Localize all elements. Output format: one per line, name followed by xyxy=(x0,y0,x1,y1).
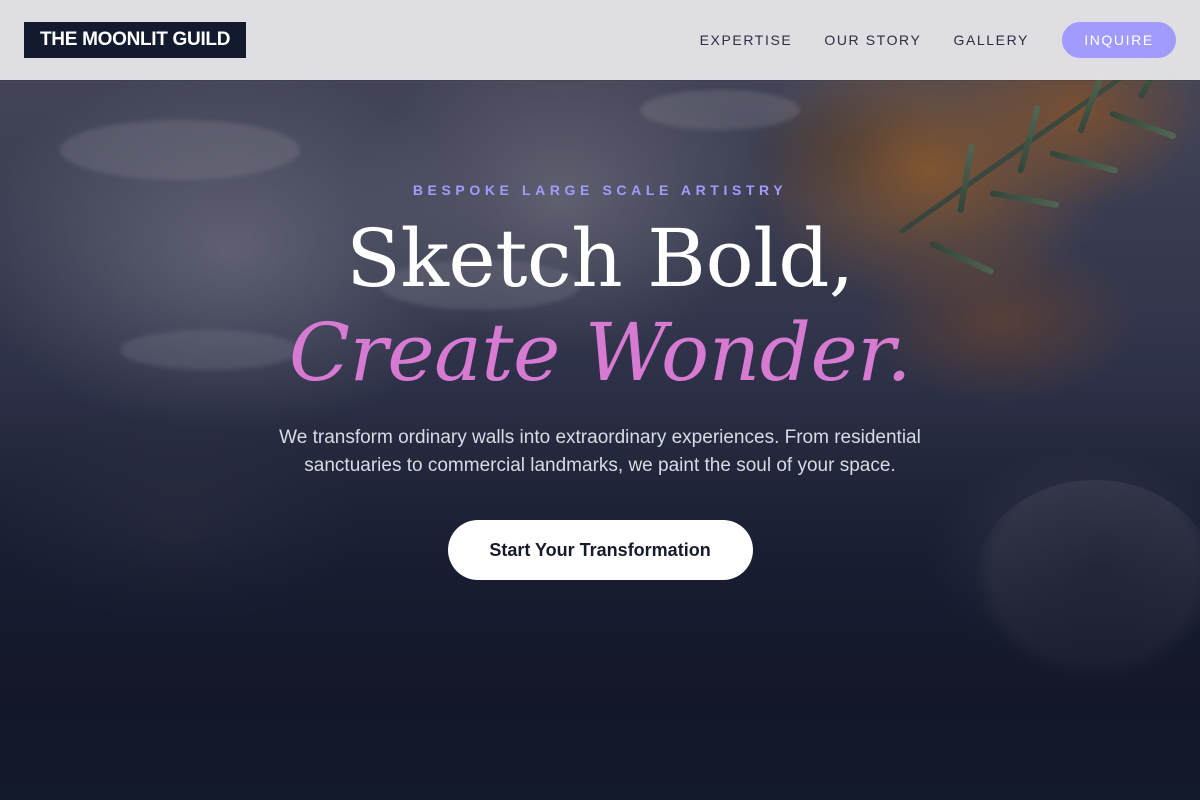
hero-subtext: We transform ordinary walls into extraor… xyxy=(279,427,921,476)
hero-headline-line2: Create Wonder. xyxy=(288,306,912,399)
nav-link-gallery[interactable]: GALLERY xyxy=(953,32,1029,48)
hero-eyebrow: BESPOKE LARGE SCALE ARTISTRY xyxy=(412,182,788,198)
brand-logo[interactable]: THE MOONLIT GUILD xyxy=(24,22,247,58)
start-transformation-button[interactable]: Start Your Transformation xyxy=(447,520,753,580)
hero-headline-line1: Sketch Bold, xyxy=(346,212,854,305)
site-header: THE MOONLIT GUILD EXPERTISE OUR STORY GA… xyxy=(0,0,1200,80)
nav-link-our-story[interactable]: OUR STORY xyxy=(824,32,921,48)
hero-section: BESPOKE LARGE SCALE ARTISTRY Sketch Bold… xyxy=(0,80,1200,580)
nav-link-expertise[interactable]: EXPERTISE xyxy=(700,32,793,48)
inquire-button[interactable]: INQUIRE xyxy=(1062,22,1176,58)
main-nav: EXPERTISE OUR STORY GALLERY INQUIRE xyxy=(668,22,1176,58)
